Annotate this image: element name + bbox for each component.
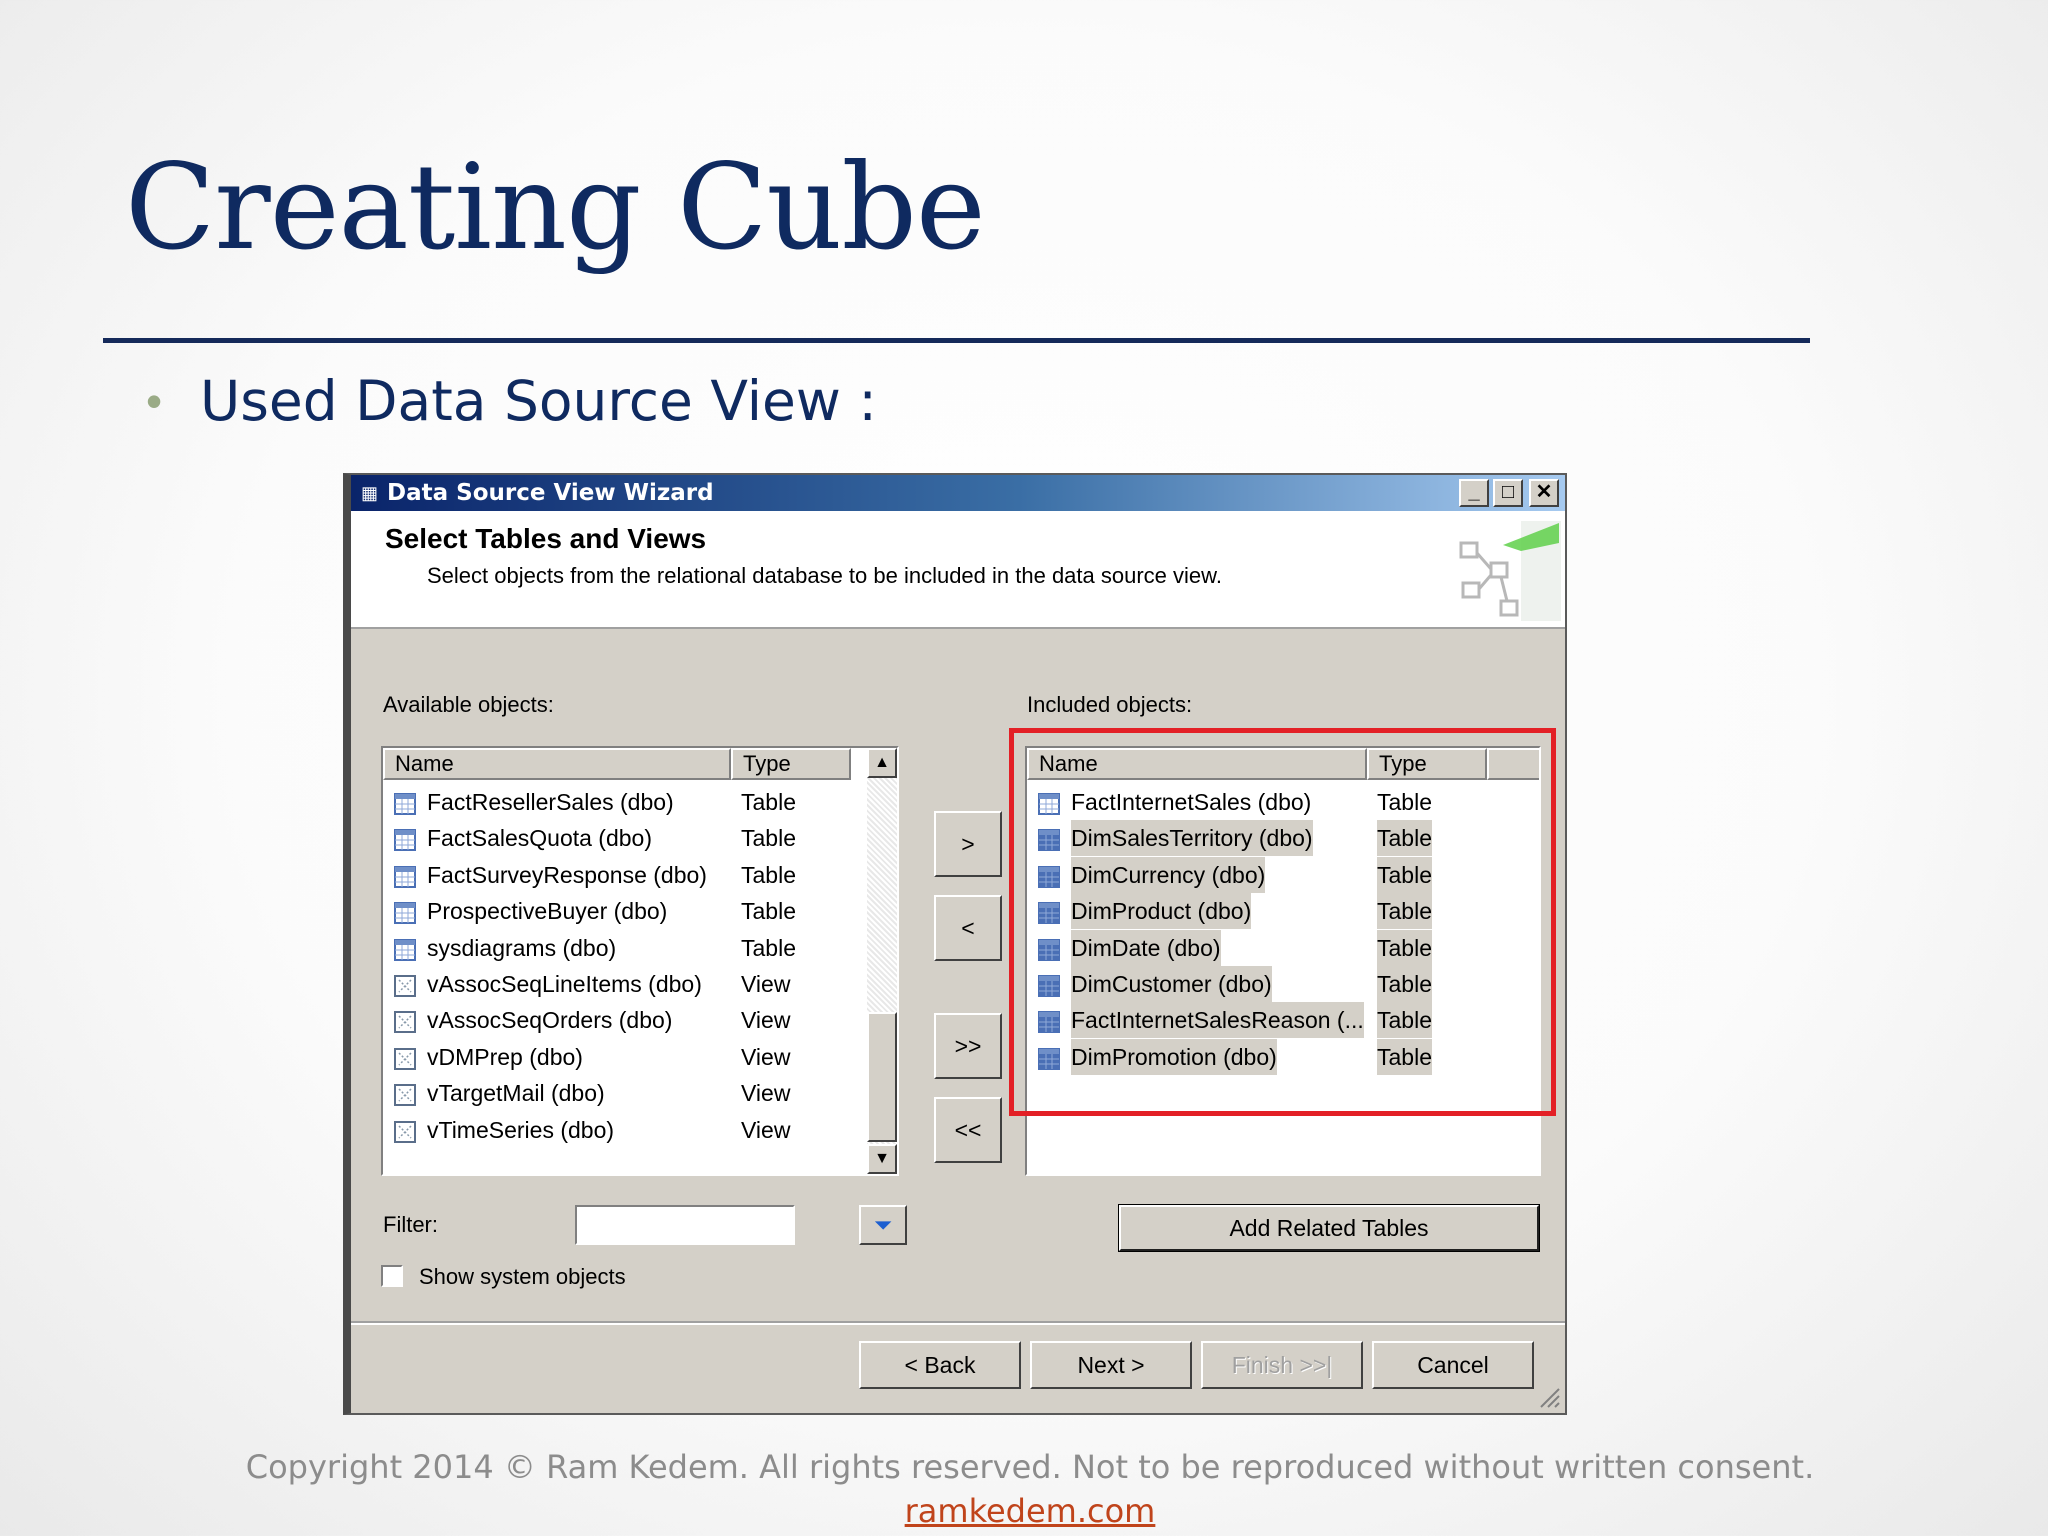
maximize-button[interactable]: □ [1493,479,1523,507]
list-item[interactable]: FactResellerSales (dbo) Table [383,784,897,820]
wizard-step-title: Select Tables and Views [385,523,707,554]
slide-title: Creating Cube [125,138,986,276]
available-list-header: Name Type [383,748,897,782]
highlight-box [1009,728,1556,1116]
item-type: Table [741,934,796,961]
item-name: FactResellerSales (dbo) [427,789,674,815]
item-name: FactSurveyResponse (dbo) [427,861,707,888]
item-name: sysdiagrams (dbo) [427,934,617,961]
list-item[interactable]: vAssocSeqLineItems (dbo) View [383,966,897,1002]
filter-label: Filter: [383,1212,438,1237]
bullet-marker: • [146,375,163,427]
list-item[interactable]: FactSurveyResponse (dbo) Table [383,857,897,893]
list-item[interactable]: sysdiagrams (dbo) Table [383,930,897,966]
column-header-name[interactable]: Name [383,748,731,780]
dialog-titlebar[interactable]: ▦ Data Source View Wizard _ □ ✕ [351,475,1565,511]
wizard-app-icon: ▦ [361,483,379,503]
item-type: View [741,1080,791,1107]
view-icon [393,1081,417,1107]
filter-input[interactable] [575,1205,795,1245]
data-source-view-wizard-dialog: ▦ Data Source View Wizard _ □ ✕ Select T… [343,473,1567,1415]
item-type: Table [741,789,796,815]
view-icon [393,972,417,997]
wizard-step-description: Select objects from the relational datab… [427,563,1222,588]
table-icon [393,826,417,852]
next-button[interactable]: Next > [1030,1341,1192,1389]
list-item[interactable]: vTargetMail (dbo) View [383,1075,897,1111]
table-icon [393,899,417,925]
available-list-scrollbar[interactable]: ▲ ▼ [867,748,897,1174]
item-type: View [741,1007,791,1034]
item-name: vAssocSeqLineItems (dbo) [427,971,702,997]
item-name: vDMPrep (dbo) [427,1043,583,1070]
view-icon [393,1008,417,1034]
finish-button[interactable]: Finish >>| [1201,1341,1363,1389]
filter-funnel-icon: ⏷ [873,1212,893,1238]
add-related-tables-button[interactable]: Add Related Tables [1118,1204,1540,1252]
copyright-footer: Copyright 2014 © Ram Kedem. All rights r… [245,1448,1815,1486]
list-item[interactable]: vAssocSeqOrders (dbo) View [383,1002,897,1038]
footer-website-link[interactable]: ramkedem.com [0,1492,2048,1530]
list-item[interactable]: ProspectiveBuyer (dbo) Table [383,893,897,929]
table-icon [393,863,417,888]
table-icon [393,936,417,961]
item-name: FactSalesQuota (dbo) [427,825,653,852]
close-button[interactable]: ✕ [1529,479,1559,507]
view-icon [393,1045,417,1070]
included-objects-label: Included objects: [1027,692,1193,717]
back-button[interactable]: < Back [859,1341,1021,1389]
table-icon [393,790,417,815]
cancel-button[interactable]: Cancel [1372,1341,1534,1389]
item-name: ProspectiveBuyer (dbo) [427,898,668,925]
item-type: View [741,971,791,997]
item-type: Table [741,825,796,852]
scroll-up-button[interactable]: ▲ [867,748,897,778]
available-objects-label: Available objects: [383,692,554,717]
filter-button[interactable]: ⏷ [859,1205,907,1245]
dialog-title: Data Source View Wizard [387,480,714,506]
available-objects-list[interactable]: Name Type FactResellerSales (dbo) Table Fa… [381,746,899,1176]
item-name: vTimeSeries (dbo) [427,1116,615,1143]
wizard-header: Select Tables and Views Select objects f… [351,511,1565,629]
remove-all-button[interactable]: << [934,1097,1002,1163]
item-name: vTargetMail (dbo) [427,1080,605,1107]
show-system-objects-label: Show system objects [419,1264,626,1289]
item-type: View [741,1116,791,1143]
bullet-text: Used Data Source View : [200,369,877,433]
item-type: Table [741,861,796,888]
add-all-button[interactable]: >> [934,1013,1002,1079]
data-source-view-graphic-icon [1459,521,1561,621]
remove-selected-button[interactable]: < [934,895,1002,961]
title-divider [103,338,1810,343]
list-item[interactable]: vDMPrep (dbo) View [383,1039,897,1075]
list-item[interactable]: FactSalesQuota (dbo) Table [383,820,897,856]
item-type: View [741,1043,791,1070]
scroll-thumb[interactable] [867,1012,897,1142]
list-item[interactable]: vTimeSeries (dbo) View [383,1112,897,1148]
add-selected-button[interactable]: > [934,811,1002,877]
scroll-down-button[interactable]: ▼ [867,1144,897,1174]
item-type: Table [741,898,796,925]
footer-separator [351,1321,1565,1325]
item-name: vAssocSeqOrders (dbo) [427,1007,673,1034]
show-system-objects-checkbox[interactable] [381,1265,403,1287]
minimize-button[interactable]: _ [1459,479,1489,507]
resize-grip-icon[interactable] [1537,1385,1561,1409]
view-icon [393,1118,417,1143]
column-header-type[interactable]: Type [731,748,851,780]
